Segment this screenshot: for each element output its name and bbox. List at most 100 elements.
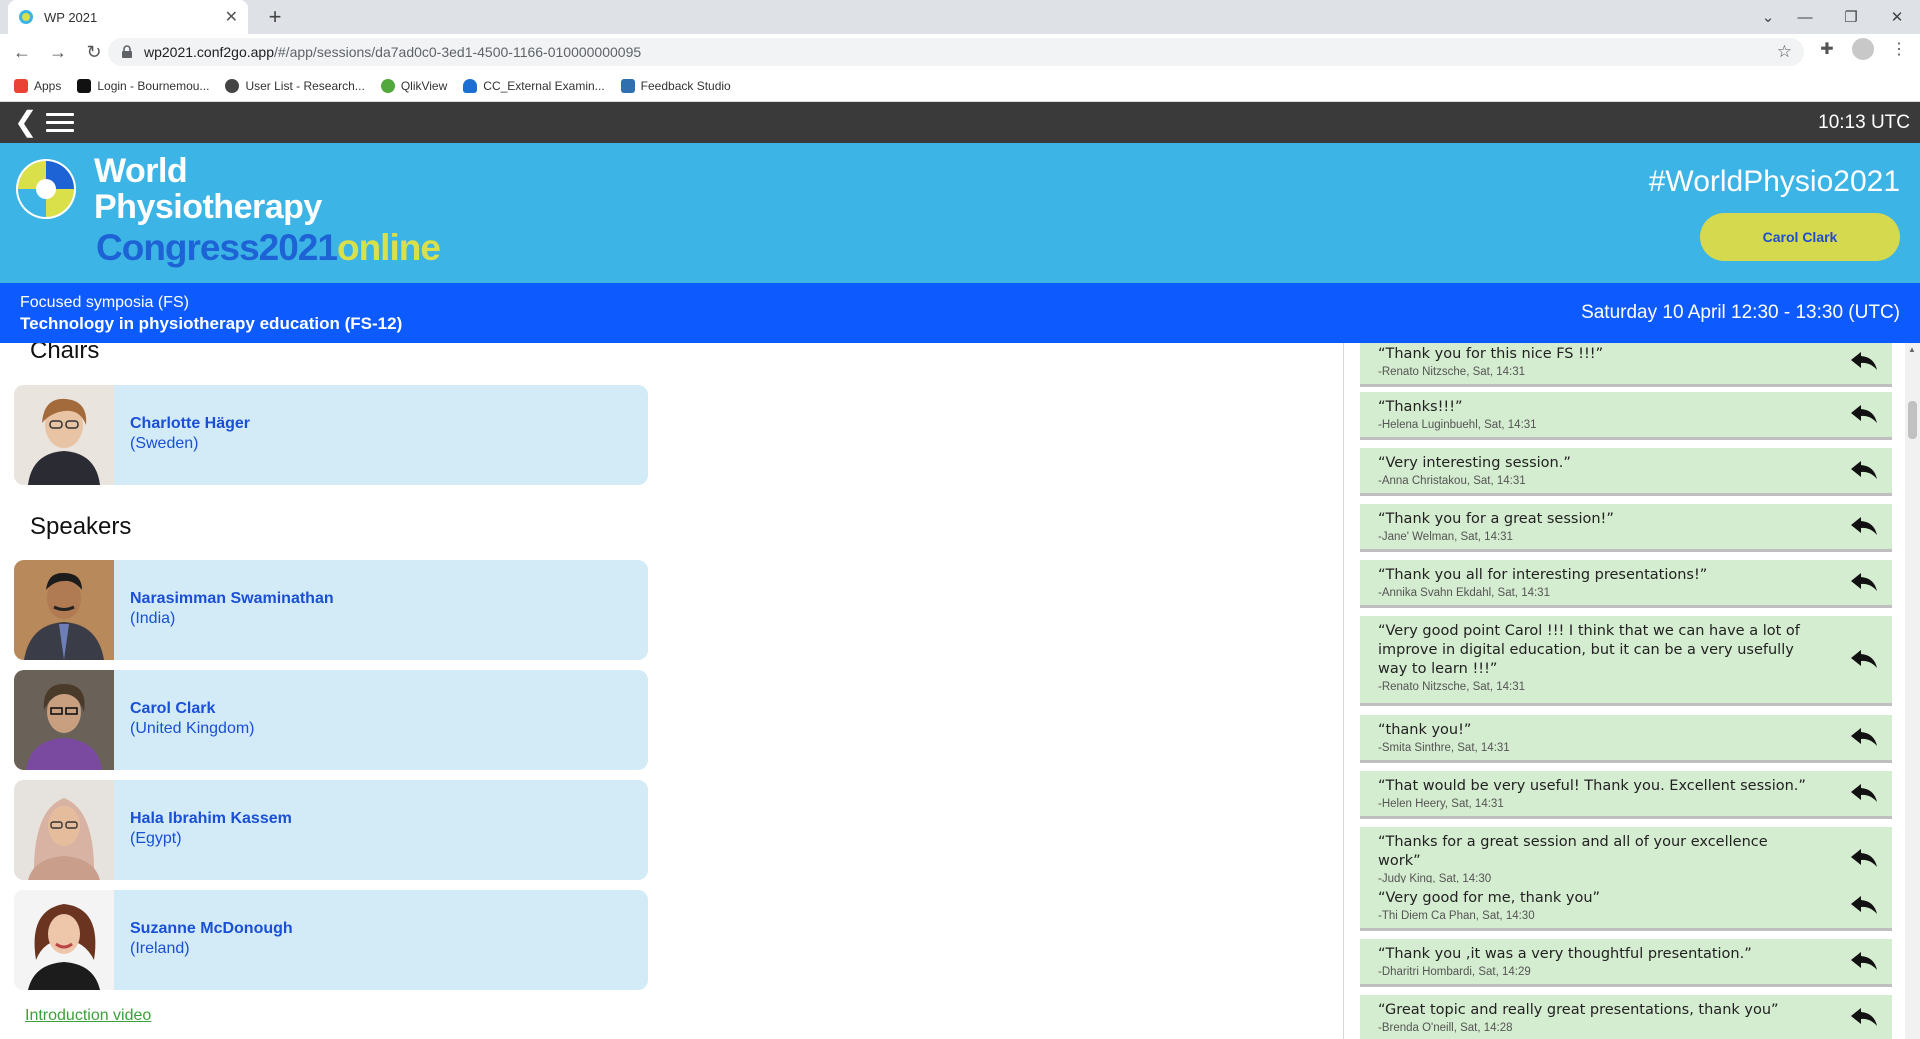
new-tab-button[interactable]: + xyxy=(262,4,288,30)
reply-arrow-icon[interactable] xyxy=(1850,648,1878,670)
event-hashtag: #WorldPhysio2021 xyxy=(1648,165,1900,198)
forward-arrow-icon[interactable]: → xyxy=(44,38,72,66)
comment-text: “Very interesting session.” xyxy=(1378,455,1571,471)
tab-title: WP 2021 xyxy=(44,9,98,25)
back-arrow-icon[interactable]: ← xyxy=(8,38,36,66)
avatar xyxy=(14,385,114,485)
logo-wordmark: World Physiotherapy xyxy=(94,152,322,226)
reply-arrow-icon[interactable] xyxy=(1850,350,1878,372)
comment-card: “Thank you for this nice FS !!!” -Renato … xyxy=(1360,343,1892,387)
comment-text: “Thanks!!!” xyxy=(1378,399,1463,415)
chair-card[interactable]: Charlotte Häger (Sweden) xyxy=(14,385,648,485)
comment-author-time: -Renato Nitzsche, Sat, 14:31 xyxy=(1378,366,1526,378)
apps-grid-icon xyxy=(14,78,28,93)
address-bar[interactable]: wp2021.conf2go.app/#/app/sessions/da7ad0… xyxy=(108,38,1804,66)
speakers-heading: Speakers xyxy=(30,513,132,540)
comment-text: “That would be very useful! Thank you. E… xyxy=(1378,778,1806,794)
comments-scrollbar[interactable]: ▲ xyxy=(1905,343,1920,1039)
comment-text: “Very good for me, thank you” xyxy=(1378,890,1601,906)
comment-card: “Very interesting session.” -Anna Christa… xyxy=(1360,448,1892,496)
profile-icon[interactable] xyxy=(1852,38,1874,60)
person-name: Charlotte Häger xyxy=(130,415,251,432)
session-detail-panel: Chairs Charlotte Häger (Sweden) Speakers… xyxy=(0,343,1343,1039)
comment-text: “Great topic and really great presentati… xyxy=(1378,1002,1779,1018)
bookmark-feedback-studio[interactable]: Feedback Studio xyxy=(620,78,731,93)
comment-author-time: -Anna Christakou, Sat, 14:31 xyxy=(1378,475,1526,487)
comment-author-time: -Helena Luginbuehl, Sat, 14:31 xyxy=(1378,419,1537,431)
reply-arrow-icon[interactable] xyxy=(1850,1006,1878,1028)
browser-tab-bar: WP 2021 ✕ + ⌄ — ❐ ✕ xyxy=(0,0,1920,34)
toolbar-actions: ✚ ⋮ xyxy=(1816,38,1910,60)
session-time: Saturday 10 April 12:30 - 13:30 (UTC) xyxy=(1581,302,1900,323)
speaker-card[interactable]: Hala Ibrahim Kassem (Egypt) xyxy=(14,780,648,880)
comment-card: “Thank you ,it was a very thoughtful pre… xyxy=(1360,939,1892,987)
person-name: Suzanne McDonough xyxy=(130,920,293,937)
comment-text: “Thank you all for interesting presentat… xyxy=(1378,567,1708,583)
session-title: Technology in physiotherapy education (F… xyxy=(20,314,403,333)
lock-icon xyxy=(122,45,132,58)
introduction-video-link[interactable]: Introduction video xyxy=(25,1007,151,1025)
congress-banner: World Physiotherapy Congress2021online #… xyxy=(0,143,1920,283)
browser-toolbar: ← → ↻ wp2021.conf2go.app/#/app/sessions/… xyxy=(0,34,1920,70)
bookmark-user-list[interactable]: User List - Research... xyxy=(225,78,365,93)
browser-tab[interactable]: WP 2021 ✕ xyxy=(8,0,248,34)
comment-author-time: -Annika Svahn Ekdahl, Sat, 14:31 xyxy=(1378,587,1550,599)
comments-panel[interactable]: “Thank you for this nice FS !!!” -Renato … xyxy=(1344,343,1920,1039)
comment-author-time: -Jane' Welman, Sat, 14:31 xyxy=(1378,531,1513,543)
comment-text: “Thank you for a great session!” xyxy=(1378,511,1614,527)
comment-card: “Very good for me, thank you” -Thi Diem C… xyxy=(1360,883,1892,931)
reply-arrow-icon[interactable] xyxy=(1850,571,1878,593)
person-country: (Egypt) xyxy=(130,830,182,847)
comment-text: “Thanks for a great session and all of y… xyxy=(1378,834,1768,869)
tab-close-icon[interactable]: ✕ xyxy=(225,7,238,27)
session-header: Focused symposia (FS) Technology in phys… xyxy=(0,283,1920,343)
site-favicon-icon xyxy=(19,10,33,24)
tab-search-icon[interactable]: ⌄ xyxy=(1754,8,1782,26)
app-top-bar: ❮ 10:13 UTC xyxy=(0,102,1920,143)
reply-arrow-icon[interactable] xyxy=(1850,726,1878,748)
reload-icon[interactable]: ↻ xyxy=(80,38,108,66)
comment-text: “Thank you ,it was a very thoughtful pre… xyxy=(1378,946,1752,962)
world-physiotherapy-logo-icon xyxy=(16,159,76,219)
reply-arrow-icon[interactable] xyxy=(1850,894,1878,916)
chairs-heading: Chairs xyxy=(30,343,100,364)
bu-logo-icon xyxy=(77,78,92,93)
bookmark-login-bournemouth[interactable]: Login - Bournemou... xyxy=(77,78,209,93)
utc-clock: 10:13 UTC xyxy=(1818,112,1910,133)
person-country: (Ireland) xyxy=(130,940,190,957)
url-path: /#/app/sessions/da7ad0c0-3ed1-4500-1166-… xyxy=(274,44,642,60)
minimize-button[interactable]: — xyxy=(1782,9,1828,26)
comment-card: “Great topic and really great presentati… xyxy=(1360,995,1892,1039)
person-name: Hala Ibrahim Kassem xyxy=(130,810,292,827)
scroll-up-icon[interactable]: ▲ xyxy=(1908,345,1916,354)
bookmark-star-icon[interactable]: ☆ xyxy=(1777,42,1792,62)
globe-icon xyxy=(225,78,240,93)
bookmark-apps[interactable]: Apps xyxy=(14,78,61,93)
menu-kebab-icon[interactable]: ⋮ xyxy=(1888,38,1910,60)
hamburger-menu-icon[interactable] xyxy=(46,113,74,133)
reply-arrow-icon[interactable] xyxy=(1850,459,1878,481)
user-profile-button[interactable]: Carol Clark xyxy=(1700,213,1900,261)
feedback-studio-icon xyxy=(620,78,635,93)
bookmark-qlikview[interactable]: QlikView xyxy=(380,78,447,93)
reply-arrow-icon[interactable] xyxy=(1850,950,1878,972)
reply-arrow-icon[interactable] xyxy=(1850,515,1878,537)
extensions-icon[interactable]: ✚ xyxy=(1816,38,1838,60)
speaker-card[interactable]: Narasimman Swaminathan (India) xyxy=(14,560,648,660)
person-country: (Sweden) xyxy=(130,435,199,452)
comment-card: “That would be very useful! Thank you. E… xyxy=(1360,771,1892,819)
cloud-icon xyxy=(463,78,478,93)
comment-text: “Thank you for this nice FS !!!” xyxy=(1378,346,1604,362)
restore-button[interactable]: ❐ xyxy=(1828,8,1874,26)
speaker-card[interactable]: Carol Clark (United Kingdom) xyxy=(14,670,648,770)
reply-arrow-icon[interactable] xyxy=(1850,782,1878,804)
comment-text: “thank you!” xyxy=(1378,722,1472,738)
speaker-card[interactable]: Suzanne McDonough (Ireland) xyxy=(14,890,648,990)
reply-arrow-icon[interactable] xyxy=(1850,403,1878,425)
scrollbar-thumb[interactable] xyxy=(1908,401,1917,439)
bookmark-cc-external[interactable]: CC_External Examin... xyxy=(463,78,605,93)
reply-arrow-icon[interactable] xyxy=(1850,847,1878,869)
back-chevron-icon[interactable]: ❮ xyxy=(14,108,37,136)
close-window-button[interactable]: ✕ xyxy=(1874,8,1920,26)
comment-author-time: -Helen Heery, Sat, 14:31 xyxy=(1378,798,1504,810)
